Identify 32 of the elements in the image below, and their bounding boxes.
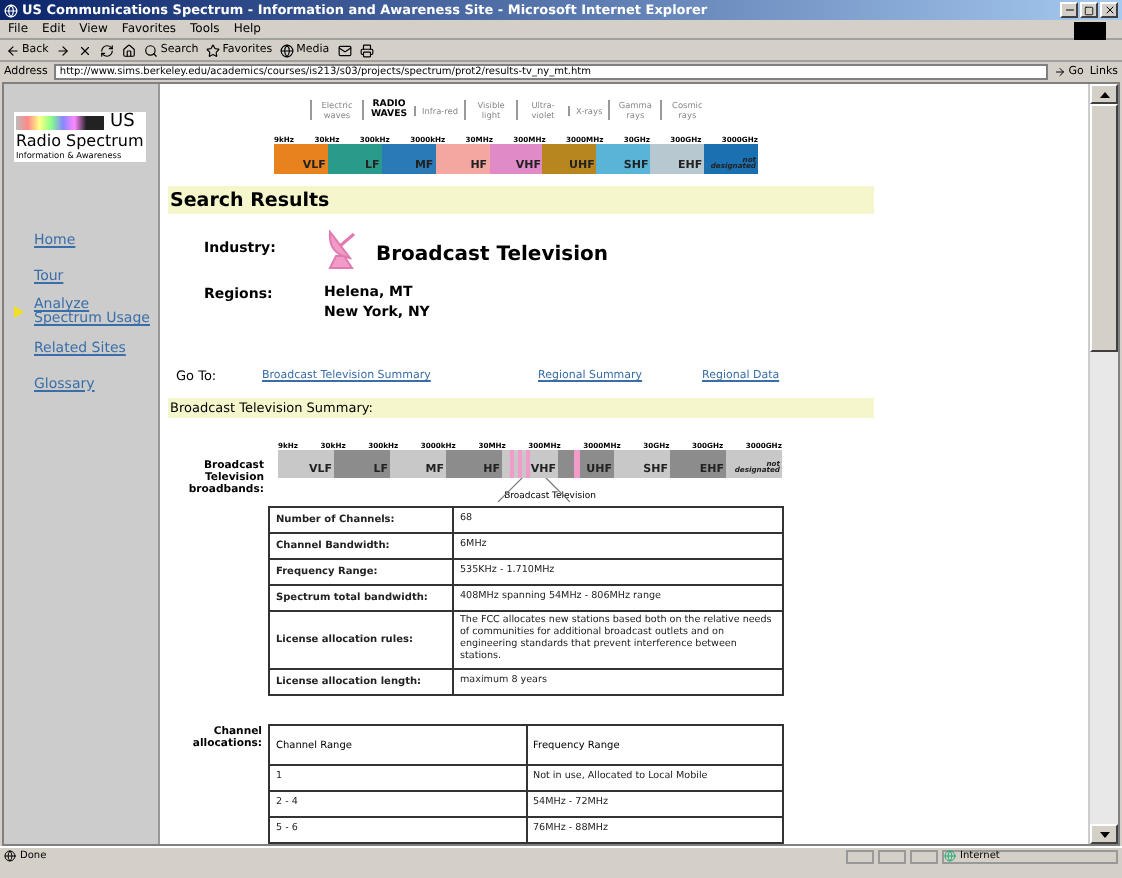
maximize-button[interactable] (1080, 2, 1098, 18)
maximize-icon (1084, 5, 1094, 15)
scrollbar-thumb[interactable] (1090, 104, 1118, 352)
globe-icon (280, 43, 295, 57)
logo-text: Radio Spectrum (16, 132, 144, 150)
industry-name: Broadcast Television (376, 243, 609, 265)
spectrum-strip-icon (16, 116, 104, 130)
status-pane (846, 849, 874, 863)
back-arrow-icon (6, 43, 20, 57)
browser-icon (4, 3, 18, 17)
print-icon[interactable] (359, 43, 374, 57)
up-arrow-icon (1099, 91, 1109, 97)
minimize-button[interactable] (1060, 2, 1078, 18)
minimize-icon (1063, 4, 1075, 16)
status-pane (878, 849, 906, 863)
close-icon (1103, 4, 1115, 16)
status-pane (910, 849, 938, 863)
refresh-icon[interactable] (100, 43, 115, 57)
close-button[interactable] (1100, 2, 1118, 18)
scroll-down-button[interactable] (1090, 824, 1118, 844)
down-arrow-icon (1099, 831, 1109, 837)
mail-icon[interactable] (337, 43, 352, 57)
search-icon (144, 43, 159, 57)
logo-text: US (110, 114, 135, 132)
stop-icon[interactable] (78, 43, 93, 57)
home-icon[interactable] (122, 43, 137, 57)
star-icon (206, 43, 221, 57)
scroll-up-button[interactable] (1090, 84, 1118, 104)
arrow-icon (1054, 66, 1067, 78)
section-heading: Search Results (168, 186, 874, 214)
forward-icon[interactable] (56, 43, 71, 57)
page-icon (4, 850, 16, 862)
